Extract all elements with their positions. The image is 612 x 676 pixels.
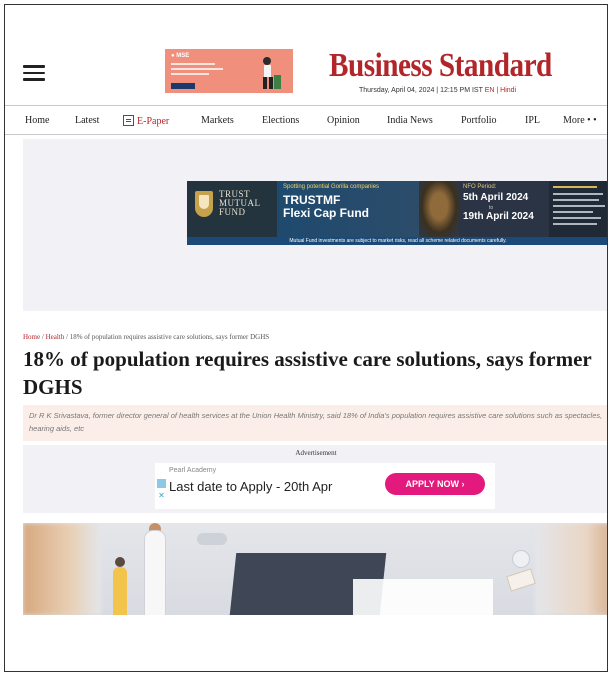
apply-now-button[interactable]: APPLY NOW › <box>385 473 485 495</box>
nfo-start: 5th April 2024 <box>463 192 529 203</box>
trust-tagline: Spotting potential Gorilla companies <box>283 184 380 190</box>
advertisement-slot: Advertisement ✕ Pearl Academy Last date … <box>23 445 607 513</box>
trust-mf-banner-ad[interactable]: TRUST MUTUAL FUND Spotting potential Gor… <box>187 181 607 245</box>
nav-opinion[interactable]: Opinion <box>327 115 360 126</box>
breadcrumb-current: 18% of population requires assistive car… <box>69 333 270 341</box>
nfo-label: NFO Period: <box>463 184 497 190</box>
article-summary: Dr R K Srivastava, former director gener… <box>23 405 607 441</box>
person-illustration-icon <box>263 57 281 89</box>
language-switch[interactable]: EN | Hindi <box>485 87 516 94</box>
card-illustration <box>507 569 535 591</box>
nav-markets[interactable]: Markets <box>201 115 234 126</box>
nav-more[interactable]: More • • <box>563 115 597 126</box>
article-headline: 18% of population requires assistive car… <box>23 347 592 399</box>
adchoices-icon[interactable] <box>157 479 166 488</box>
shield-icon <box>195 191 213 217</box>
menu-icon[interactable] <box>23 65 45 81</box>
breadcrumb-home[interactable]: Home <box>23 333 40 341</box>
nfo-period: NFO Period: 5th April 2024 to 19th April… <box>459 181 549 237</box>
advertisement-label: Advertisement <box>295 449 337 457</box>
trust-fund-name-2: Flexi Cap Fund <box>283 206 370 220</box>
nav-portfolio[interactable]: Portfolio <box>461 115 497 126</box>
trust-fund-name-1: TRUSTMF <box>283 193 341 207</box>
nfo-end: 19th April 2024 <box>463 211 534 222</box>
doctor-illustration <box>145 531 165 615</box>
date-time: Thursday, April 04, 2024 | 12:15 PM IST <box>359 87 483 94</box>
dateline: Thursday, April 04, 2024 | 12:15 PM IST … <box>359 87 516 94</box>
gorilla-image <box>419 181 459 237</box>
trust-brand: TRUST MUTUAL FUND <box>219 189 261 217</box>
nav-india-news[interactable]: India News <box>387 115 433 126</box>
pearl-academy-ad[interactable]: ✕ Pearl Academy Last date to Apply - 20t… <box>155 463 495 509</box>
breadcrumb: Home / Health / 18% of population requir… <box>23 333 270 341</box>
nav-latest[interactable]: Latest <box>75 115 99 126</box>
nav-elections[interactable]: Elections <box>262 115 299 126</box>
pill-icon <box>513 551 529 567</box>
site-logo[interactable]: Business Standard <box>329 47 552 85</box>
article-hero-image <box>23 523 607 615</box>
page-frame: ● MSE Business Standard Thursday, April … <box>4 4 608 672</box>
top-ad-button[interactable] <box>171 83 195 89</box>
site-header: ● MSE Business Standard Thursday, April … <box>5 5 607 105</box>
patient-illustration <box>113 567 127 615</box>
nav-home[interactable]: Home <box>25 115 49 126</box>
newspaper-icon <box>123 115 134 126</box>
ad-fine-print <box>549 181 607 237</box>
top-banner-ad[interactable]: ● MSE <box>165 49 293 93</box>
main-nav: Home Latest E-Paper Markets Elections Op… <box>5 105 607 135</box>
ad-brand: Pearl Academy <box>169 467 217 474</box>
close-icon[interactable]: ✕ <box>157 491 166 500</box>
top-ad-brand: ● MSE <box>171 53 190 59</box>
nav-ipl[interactable]: IPL <box>525 115 540 126</box>
nav-epaper-label: E-Paper <box>137 116 170 127</box>
nav-epaper[interactable]: E-Paper <box>123 115 169 127</box>
ad-disclaimer: Mutual Fund investments are subject to m… <box>187 237 607 245</box>
ad-text: Last date to Apply - 20th Apr <box>169 479 333 494</box>
breadcrumb-section[interactable]: Health <box>46 333 65 341</box>
cloud-icon <box>197 533 227 545</box>
